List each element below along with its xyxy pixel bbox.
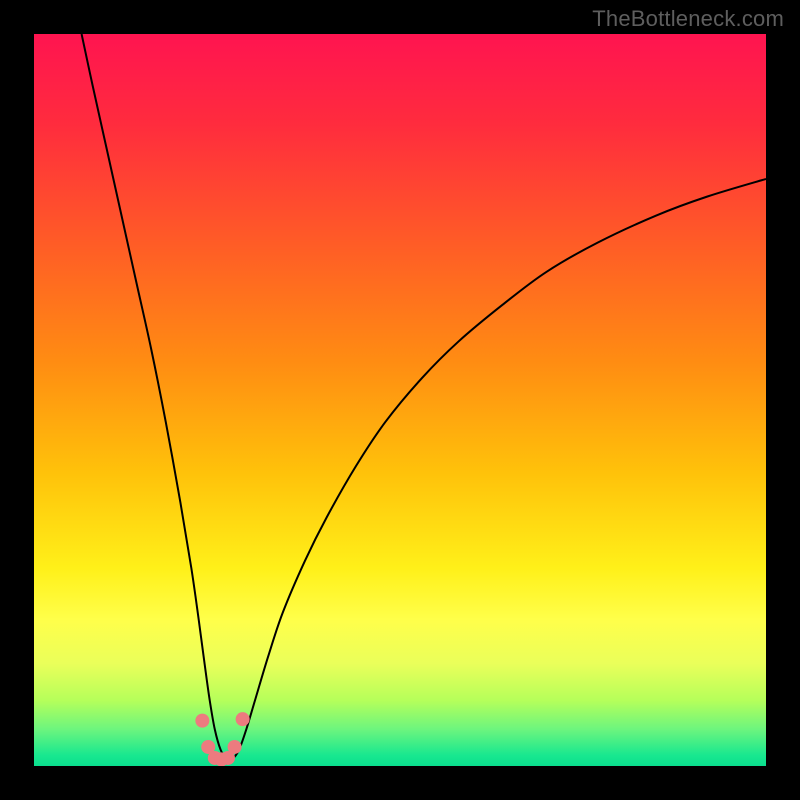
bottleneck-curve: [82, 34, 766, 760]
attribution-text: TheBottleneck.com: [592, 6, 784, 32]
plot-area: [34, 34, 766, 766]
curve-markers: [195, 712, 249, 766]
marker-dot: [228, 740, 242, 754]
marker-dot: [195, 714, 209, 728]
marker-dot: [236, 712, 250, 726]
curve-layer: [34, 34, 766, 766]
chart-frame: TheBottleneck.com: [0, 0, 800, 800]
